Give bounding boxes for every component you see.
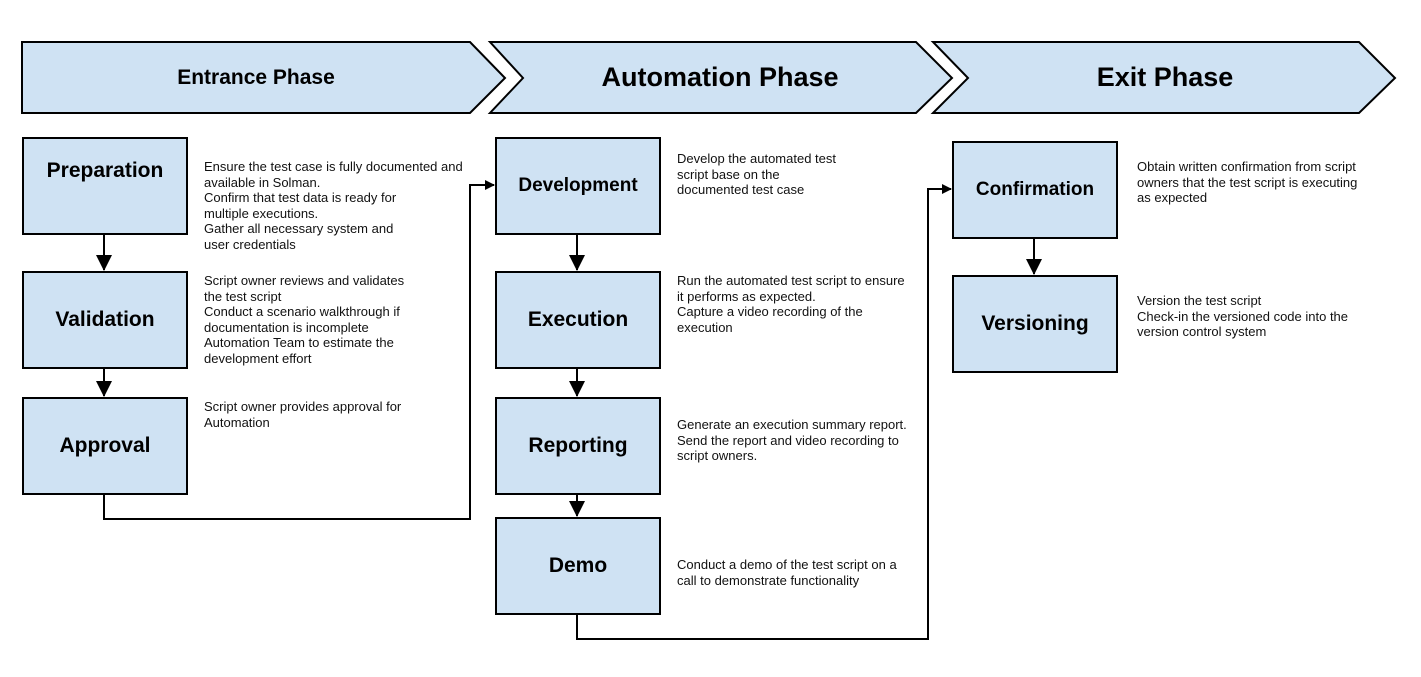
desc-line: Gather all necessary system and [204, 221, 394, 237]
desc-execution: Run the automated test script to ensure i… [677, 273, 905, 335]
desc-line: multiple executions. [204, 205, 319, 221]
desc-preparation: Ensure the test case is fully documented… [204, 159, 463, 253]
step-development: Development [495, 137, 661, 235]
desc-line: Check-in the versioned code into the [1137, 308, 1349, 324]
desc-line: as expected [1137, 190, 1208, 206]
step-validation: Validation [22, 271, 188, 369]
desc-line: Send the report and video recording to [677, 432, 899, 448]
step-reporting: Reporting [495, 397, 661, 495]
desc-line: Capture a video recording of the [677, 304, 863, 320]
desc-line: Conduct a scenario walkthrough if [204, 304, 400, 320]
desc-line: documented test case [677, 182, 805, 198]
phase-title-exit: Exit Phase [1096, 62, 1234, 92]
desc-line: Generate an execution summary report. [677, 417, 907, 432]
step-demo: Demo [495, 517, 661, 615]
step-label: Execution [527, 308, 629, 331]
desc-line: Develop the automated test [677, 151, 836, 166]
step-preparation: Preparation [22, 137, 188, 235]
desc-confirmation: Obtain written confirmation from script o… [1137, 159, 1357, 206]
desc-reporting: Generate an execution summary report. Sen… [677, 417, 907, 464]
desc-line: it performs as expected. [677, 288, 816, 304]
desc-versioning: Version the test script Check-in the vers… [1137, 293, 1348, 340]
step-confirmation: Confirmation [952, 141, 1118, 239]
desc-line: script base on the [677, 166, 780, 182]
desc-line: owners that the test script is executing [1137, 174, 1358, 190]
step-label: Reporting [528, 434, 628, 457]
desc-line: Conduct a demo of the test script on a [677, 557, 897, 572]
step-approval: Approval [22, 397, 188, 495]
phase-title-entrance: Entrance Phase [177, 65, 335, 89]
desc-line: Version the test script [1137, 293, 1262, 308]
desc-line: Automation Team to estimate the [204, 335, 394, 351]
desc-demo: Conduct a demo of the test script on a ca… [677, 557, 897, 588]
step-label: Demo [548, 554, 608, 577]
step-label: Development [518, 175, 638, 196]
desc-line: Confirm that test data is ready for [204, 190, 397, 206]
desc-line: Automation [204, 414, 270, 430]
desc-line: Run the automated test script to ensure [677, 273, 905, 288]
step-execution: Execution [495, 271, 661, 369]
phase-title-automation: Automation Phase [601, 62, 839, 92]
desc-line: Script owner reviews and validates [204, 273, 405, 288]
step-versioning: Versioning [952, 275, 1118, 373]
desc-line: Script owner provides approval for [204, 399, 402, 414]
step-label: Confirmation [975, 179, 1095, 200]
desc-validation: Script owner reviews and validates the te… [204, 273, 404, 367]
desc-line: user credentials [204, 236, 296, 252]
step-label: Approval [59, 434, 151, 457]
step-label: Validation [55, 308, 155, 331]
desc-line: Obtain written confirmation from script [1137, 159, 1356, 174]
desc-line: version control system [1137, 324, 1267, 340]
step-label: Versioning [981, 312, 1089, 335]
desc-line: development effort [204, 350, 312, 366]
desc-line: execution [677, 319, 733, 335]
desc-line: available in Solman. [204, 174, 321, 190]
desc-line: the test script [204, 288, 282, 304]
desc-approval: Script owner provides approval for Automa… [204, 399, 401, 430]
desc-line: call to demonstrate functionality [677, 572, 860, 588]
desc-line: documentation is incomplete [204, 319, 369, 335]
desc-line: script owners. [677, 448, 758, 464]
desc-line: Ensure the test case is fully documented… [204, 159, 463, 174]
step-label: Preparation [46, 159, 164, 182]
desc-development: Develop the automated test script base on… [677, 151, 836, 198]
